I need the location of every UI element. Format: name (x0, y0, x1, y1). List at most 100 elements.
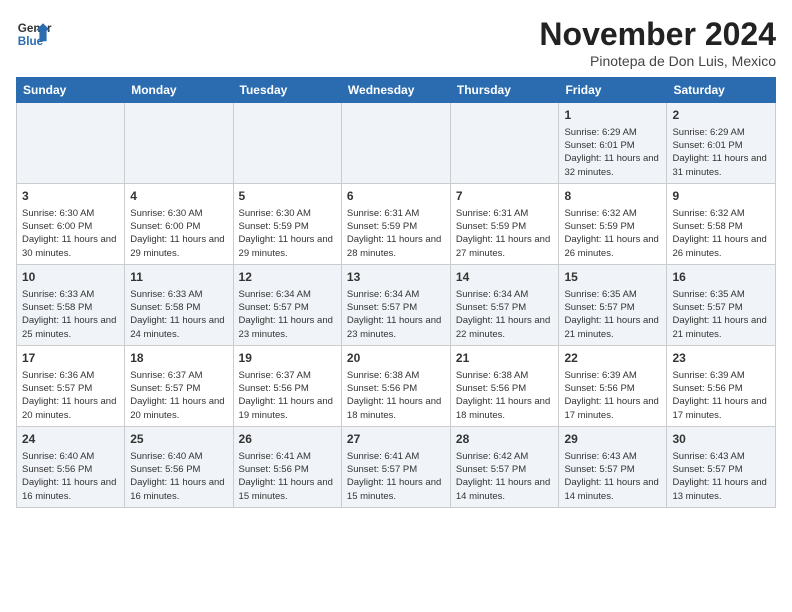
weekday-header: Friday (559, 78, 667, 103)
day-number: 23 (672, 350, 770, 367)
calendar-cell: 15Sunrise: 6:35 AM Sunset: 5:57 PM Dayli… (559, 264, 667, 345)
title-block: November 2024 Pinotepa de Don Luis, Mexi… (539, 16, 776, 69)
day-info: Sunrise: 6:41 AM Sunset: 5:57 PM Dayligh… (347, 450, 445, 503)
day-info: Sunrise: 6:34 AM Sunset: 5:57 PM Dayligh… (239, 288, 336, 341)
calendar-cell: 9Sunrise: 6:32 AM Sunset: 5:58 PM Daylig… (667, 183, 776, 264)
weekday-header: Saturday (667, 78, 776, 103)
day-info: Sunrise: 6:40 AM Sunset: 5:56 PM Dayligh… (22, 450, 119, 503)
calendar-cell: 8 Sunrise: 6:32 AM Sunset: 5:59 PM Daylig… (559, 183, 667, 264)
day-number: 1 (564, 107, 661, 124)
calendar-week-row: 24 Sunrise: 6:40 AM Sunset: 5:56 PM Dayli… (17, 426, 776, 507)
calendar-cell: 17 Sunrise: 6:36 AM Sunset: 5:57 PM Dayli… (17, 345, 125, 426)
day-info: Sunrise: 6:36 AM Sunset: 5:57 PM Dayligh… (22, 369, 119, 422)
day-number: 13 (347, 269, 445, 286)
page-subtitle: Pinotepa de Don Luis, Mexico (539, 53, 776, 69)
header: General Blue November 2024 Pinotepa de D… (16, 16, 776, 69)
day-number: 2 (672, 107, 770, 124)
day-number: 20 (347, 350, 445, 367)
day-info: Sunrise: 6:40 AM Sunset: 5:56 PM Dayligh… (130, 450, 227, 503)
logo-icon: General Blue (16, 16, 52, 52)
page-title: November 2024 (539, 16, 776, 53)
calendar-cell: 22 Sunrise: 6:39 AM Sunset: 5:56 PM Dayli… (559, 345, 667, 426)
day-number: 17 (22, 350, 119, 367)
day-number: 11 (130, 269, 227, 286)
day-info: Sunrise: 6:33 AM Sunset: 5:58 PM Dayligh… (22, 288, 119, 341)
logo: General Blue (16, 16, 52, 52)
day-info: Sunrise: 6:41 AM Sunset: 5:56 PM Dayligh… (239, 450, 336, 503)
calendar-cell (17, 103, 125, 184)
day-number: 29 (564, 431, 661, 448)
calendar-cell: 20 Sunrise: 6:38 AM Sunset: 5:56 PM Dayli… (341, 345, 450, 426)
day-info: Sunrise: 6:30 AM Sunset: 6:00 PM Dayligh… (130, 207, 227, 260)
calendar-cell (450, 103, 559, 184)
calendar-cell: 1 Sunrise: 6:29 AM Sunset: 6:01 PM Daylig… (559, 103, 667, 184)
day-number: 4 (130, 188, 227, 205)
day-number: 7 (456, 188, 554, 205)
calendar-cell: 10 Sunrise: 6:33 AM Sunset: 5:58 PM Dayli… (17, 264, 125, 345)
day-number: 5 (239, 188, 336, 205)
calendar-cell: 30 Sunrise: 6:43 AM Sunset: 5:57 PM Dayli… (667, 426, 776, 507)
calendar-cell: 16 Sunrise: 6:35 AM Sunset: 5:57 PM Dayli… (667, 264, 776, 345)
day-number: 28 (456, 431, 554, 448)
day-number: 16 (672, 269, 770, 286)
calendar-cell: 7 Sunrise: 6:31 AM Sunset: 5:59 PM Daylig… (450, 183, 559, 264)
calendar-cell (341, 103, 450, 184)
day-number: 12 (239, 269, 336, 286)
calendar-table: SundayMondayTuesdayWednesdayThursdayFrid… (16, 77, 776, 508)
weekday-header: Sunday (17, 78, 125, 103)
day-number: 8 (564, 188, 661, 205)
calendar-body: 1 Sunrise: 6:29 AM Sunset: 6:01 PM Daylig… (17, 103, 776, 508)
calendar-cell: 4 Sunrise: 6:30 AM Sunset: 6:00 PM Daylig… (125, 183, 233, 264)
day-info: Sunrise: 6:29 AM Sunset: 6:01 PM Dayligh… (672, 126, 770, 179)
day-number: 30 (672, 431, 770, 448)
calendar-cell: 19Sunrise: 6:37 AM Sunset: 5:56 PM Dayli… (233, 345, 341, 426)
day-info: Sunrise: 6:31 AM Sunset: 5:59 PM Dayligh… (347, 207, 445, 260)
calendar-cell: 25 Sunrise: 6:40 AM Sunset: 5:56 PM Dayli… (125, 426, 233, 507)
day-info: Sunrise: 6:39 AM Sunset: 5:56 PM Dayligh… (564, 369, 661, 422)
calendar-cell: 29Sunrise: 6:43 AM Sunset: 5:57 PM Dayli… (559, 426, 667, 507)
day-number: 27 (347, 431, 445, 448)
day-number: 6 (347, 188, 445, 205)
day-info: Sunrise: 6:37 AM Sunset: 5:57 PM Dayligh… (130, 369, 227, 422)
calendar-cell: 5 Sunrise: 6:30 AM Sunset: 5:59 PM Daylig… (233, 183, 341, 264)
day-info: Sunrise: 6:30 AM Sunset: 5:59 PM Dayligh… (239, 207, 336, 260)
day-info: Sunrise: 6:35 AM Sunset: 5:57 PM Dayligh… (672, 288, 770, 341)
day-info: Sunrise: 6:30 AM Sunset: 6:00 PM Dayligh… (22, 207, 119, 260)
calendar-cell: 26 Sunrise: 6:41 AM Sunset: 5:56 PM Dayli… (233, 426, 341, 507)
weekday-header: Thursday (450, 78, 559, 103)
day-number: 22 (564, 350, 661, 367)
calendar-week-row: 3 Sunrise: 6:30 AM Sunset: 6:00 PM Daylig… (17, 183, 776, 264)
calendar-cell: 27 Sunrise: 6:41 AM Sunset: 5:57 PM Dayli… (341, 426, 450, 507)
day-number: 26 (239, 431, 336, 448)
calendar-cell: 23Sunrise: 6:39 AM Sunset: 5:56 PM Dayli… (667, 345, 776, 426)
day-info: Sunrise: 6:31 AM Sunset: 5:59 PM Dayligh… (456, 207, 554, 260)
day-info: Sunrise: 6:34 AM Sunset: 5:57 PM Dayligh… (347, 288, 445, 341)
calendar-cell: 6 Sunrise: 6:31 AM Sunset: 5:59 PM Daylig… (341, 183, 450, 264)
day-info: Sunrise: 6:32 AM Sunset: 5:59 PM Dayligh… (564, 207, 661, 260)
calendar-cell: 3 Sunrise: 6:30 AM Sunset: 6:00 PM Daylig… (17, 183, 125, 264)
day-number: 9 (672, 188, 770, 205)
day-number: 24 (22, 431, 119, 448)
day-number: 3 (22, 188, 119, 205)
day-info: Sunrise: 6:33 AM Sunset: 5:58 PM Dayligh… (130, 288, 227, 341)
calendar-cell: 24 Sunrise: 6:40 AM Sunset: 5:56 PM Dayli… (17, 426, 125, 507)
day-info: Sunrise: 6:38 AM Sunset: 5:56 PM Dayligh… (347, 369, 445, 422)
day-number: 21 (456, 350, 554, 367)
day-info: Sunrise: 6:35 AM Sunset: 5:57 PM Dayligh… (564, 288, 661, 341)
day-info: Sunrise: 6:43 AM Sunset: 5:57 PM Dayligh… (672, 450, 770, 503)
day-info: Sunrise: 6:42 AM Sunset: 5:57 PM Dayligh… (456, 450, 554, 503)
weekday-header: Wednesday (341, 78, 450, 103)
calendar-cell: 2 Sunrise: 6:29 AM Sunset: 6:01 PM Daylig… (667, 103, 776, 184)
calendar-cell (233, 103, 341, 184)
day-number: 25 (130, 431, 227, 448)
day-number: 10 (22, 269, 119, 286)
day-number: 18 (130, 350, 227, 367)
day-number: 14 (456, 269, 554, 286)
calendar-week-row: 17 Sunrise: 6:36 AM Sunset: 5:57 PM Dayli… (17, 345, 776, 426)
calendar-cell: 13 Sunrise: 6:34 AM Sunset: 5:57 PM Dayli… (341, 264, 450, 345)
day-info: Sunrise: 6:29 AM Sunset: 6:01 PM Dayligh… (564, 126, 661, 179)
weekday-header: Tuesday (233, 78, 341, 103)
calendar-cell: 12 Sunrise: 6:34 AM Sunset: 5:57 PM Dayli… (233, 264, 341, 345)
calendar-header: SundayMondayTuesdayWednesdayThursdayFrid… (17, 78, 776, 103)
calendar-week-row: 10 Sunrise: 6:33 AM Sunset: 5:58 PM Dayli… (17, 264, 776, 345)
